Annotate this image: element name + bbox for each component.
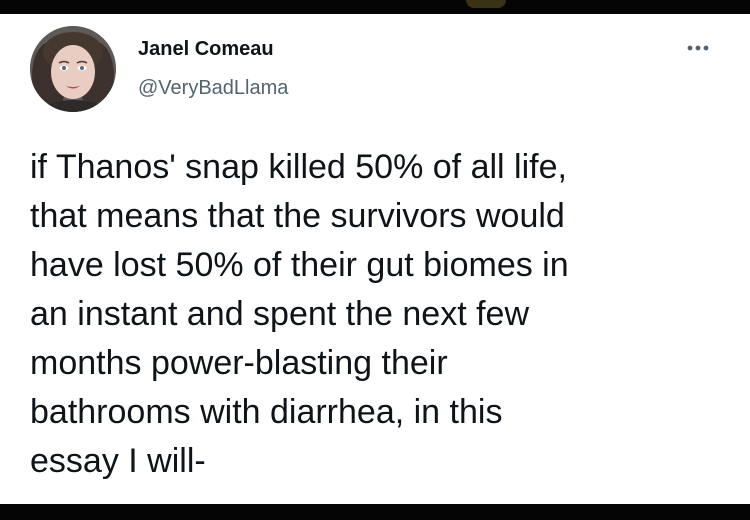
author-display-name[interactable]: Janel Comeau [138, 38, 274, 61]
author-handle[interactable]: @VeryBadLlama [138, 77, 288, 100]
top-crop-bar [0, 0, 750, 14]
tweet-card: Janel Comeau @VeryBadLlama if Thanos' sn… [0, 14, 750, 504]
avatar[interactable] [30, 26, 116, 112]
tweet-text: if Thanos' snap killed 50% of all life, … [30, 148, 569, 480]
more-options-button[interactable] [678, 36, 718, 60]
top-notch [466, 0, 506, 8]
more-horizontal-icon [687, 45, 709, 51]
screenshot-frame: Janel Comeau @VeryBadLlama if Thanos' sn… [0, 0, 750, 520]
profile-photo-icon [30, 26, 116, 112]
bottom-crop-bar [0, 504, 750, 520]
